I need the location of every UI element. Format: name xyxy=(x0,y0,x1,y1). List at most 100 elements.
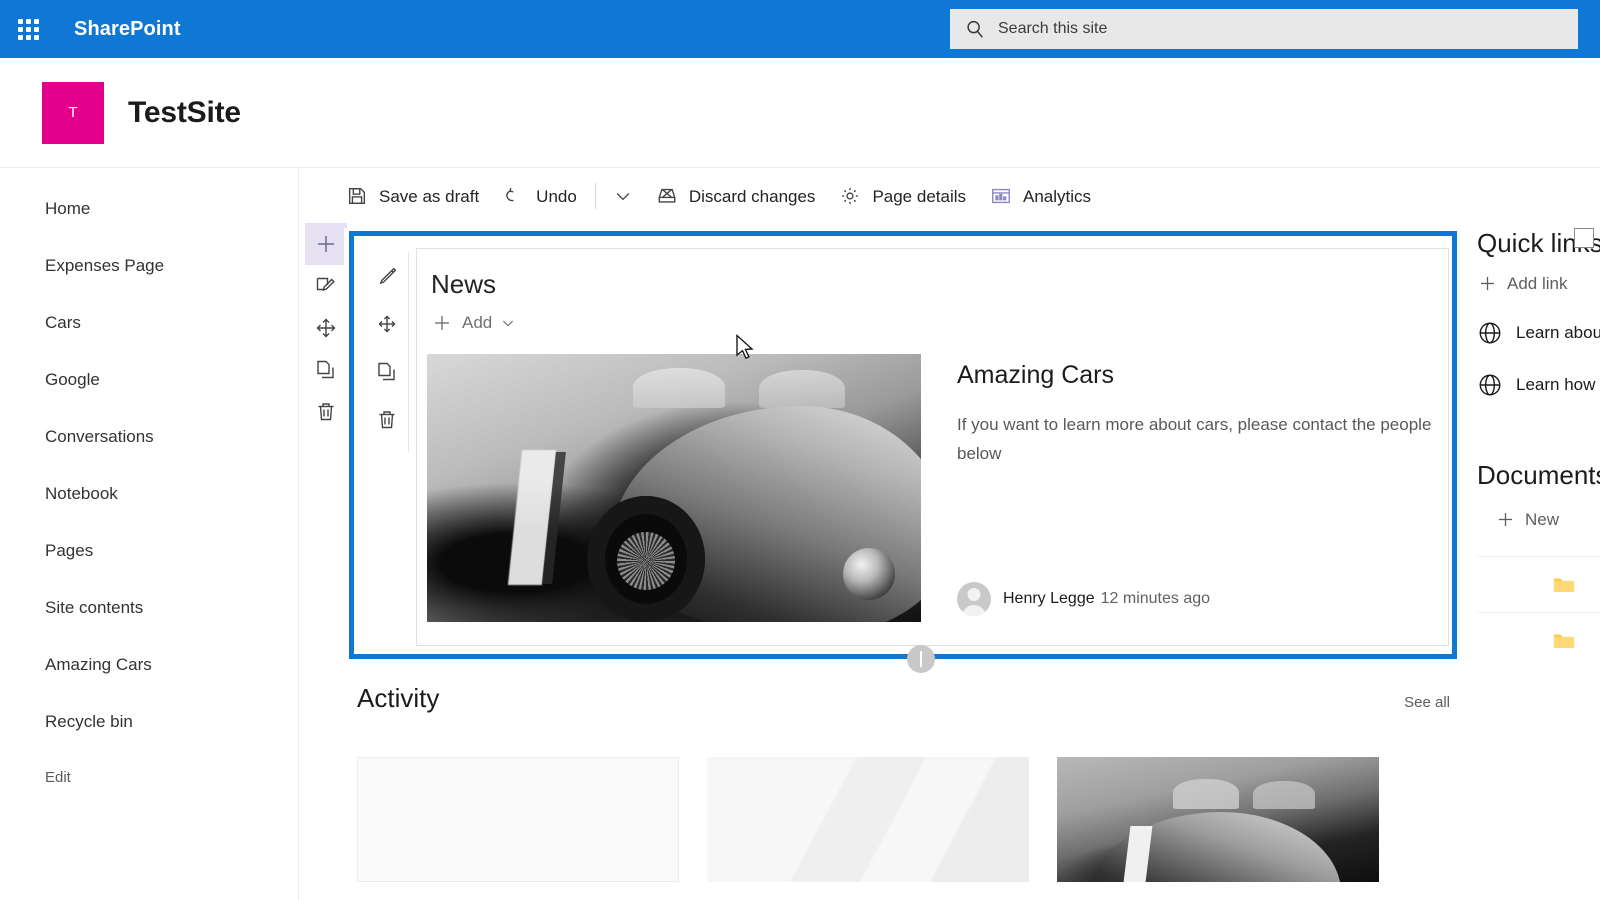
search-box[interactable] xyxy=(950,9,1578,49)
suite-brand[interactable]: SharePoint xyxy=(74,18,181,41)
site-navigation: Home Expenses Page Cars Google Conversat… xyxy=(0,168,299,900)
news-story-body: Amazing Cars If you want to learn more a… xyxy=(921,354,1441,622)
news-story-time: 12 minutes ago xyxy=(1100,590,1211,607)
site-logo[interactable]: T xyxy=(42,81,104,144)
edit-section-button[interactable] xyxy=(305,265,347,307)
page-details-label: Page details xyxy=(872,186,967,206)
app-launcher-icon xyxy=(17,18,39,40)
pencil-icon xyxy=(379,267,396,285)
chevron-down-icon xyxy=(616,193,630,201)
new-document-label: New xyxy=(1525,509,1560,529)
news-story-meta: Henry Legge 12 minutes ago xyxy=(957,582,1210,616)
folder-icon xyxy=(1553,634,1575,648)
page-details-button[interactable]: Page details xyxy=(827,176,978,216)
quick-link-label: Learn about a team site xyxy=(1516,323,1600,342)
trash-icon xyxy=(379,411,394,429)
site-header: T TestSite xyxy=(0,58,1600,168)
sidebar-item-pages[interactable]: Pages xyxy=(0,522,298,579)
sidebar-item-recycle-bin[interactable]: Recycle bin xyxy=(0,693,298,750)
save-as-draft-label: Save as draft xyxy=(379,186,480,206)
undo-label: Undo xyxy=(536,186,577,206)
discard-changes-label: Discard changes xyxy=(688,186,816,206)
duplicate-icon xyxy=(317,360,334,379)
add-section-button[interactable] xyxy=(305,223,347,265)
chevron-down-icon xyxy=(503,320,514,327)
page-body: News Add Amazing Cars If you want to lea… xyxy=(344,228,1600,900)
activity-webpart: Activity See all xyxy=(357,683,1450,882)
select-all-checkbox[interactable] xyxy=(1574,228,1594,248)
selected-section[interactable]: News Add Amazing Cars If you want to lea… xyxy=(349,231,1457,673)
move-icon xyxy=(316,318,336,338)
activity-card[interactable] xyxy=(1057,757,1379,882)
undo-icon xyxy=(506,187,514,202)
sidebar-item-site-contents[interactable]: Site contents xyxy=(0,579,298,636)
gear-icon xyxy=(842,188,859,204)
activity-card[interactable] xyxy=(707,757,1029,882)
app-launcher-button[interactable] xyxy=(0,0,56,58)
plus-icon xyxy=(1498,512,1513,527)
news-story-heading[interactable]: Amazing Cars xyxy=(957,361,1441,390)
move-webpart-button[interactable] xyxy=(366,300,408,348)
delete-section-button[interactable] xyxy=(305,391,347,433)
toolbar-divider xyxy=(594,183,596,209)
discard-changes-button[interactable]: Discard changes xyxy=(644,176,828,216)
quick-link-item[interactable]: Learn how to add a page xyxy=(1477,372,1600,398)
documents-webpart: Documents New xyxy=(1477,228,1600,668)
right-rail: Quick links Add link Learn about a team … xyxy=(1467,228,1600,900)
plus-icon xyxy=(435,316,449,330)
sidebar-item-expenses-page[interactable]: Expenses Page xyxy=(0,237,298,294)
activity-card-list xyxy=(357,757,1450,882)
new-document-button[interactable]: New xyxy=(1495,509,1600,530)
news-story-card[interactable]: Amazing Cars If you want to learn more a… xyxy=(427,354,1441,622)
news-title: News xyxy=(431,269,497,299)
sidebar-item-home[interactable]: Home xyxy=(0,180,298,237)
news-story-image[interactable] xyxy=(427,354,921,622)
sidebar-item-cars[interactable]: Cars xyxy=(0,294,298,351)
sidebar-edit-link[interactable]: Edit xyxy=(0,750,298,804)
activity-title: Activity xyxy=(357,683,440,713)
move-section-button[interactable] xyxy=(305,307,347,349)
site-title[interactable]: TestSite xyxy=(128,96,241,130)
edit-section-icon xyxy=(316,277,335,291)
analytics-icon xyxy=(992,188,1010,204)
activity-see-all-link[interactable]: See all xyxy=(1404,694,1450,714)
documents-title: Documents xyxy=(1477,460,1600,490)
search-input[interactable] xyxy=(998,20,1558,38)
delete-webpart-button[interactable] xyxy=(366,396,408,444)
sidebar-item-conversations[interactable]: Conversations xyxy=(0,408,298,465)
page-canvas: Save as draft Undo Discard changes Page … xyxy=(299,168,1600,900)
analytics-button[interactable]: Analytics xyxy=(978,176,1103,216)
search-icon xyxy=(967,20,983,38)
globe-icon xyxy=(1479,374,1501,396)
sidebar-item-amazing-cars[interactable]: Amazing Cars xyxy=(0,636,298,693)
news-add-button[interactable]: Add xyxy=(431,312,541,334)
move-icon xyxy=(378,315,395,333)
add-section-handle[interactable] xyxy=(907,645,935,673)
undo-button[interactable]: Undo xyxy=(491,176,589,216)
more-commands-button[interactable] xyxy=(602,176,644,216)
analytics-label: Analytics xyxy=(1023,186,1092,206)
trash-icon xyxy=(318,403,334,421)
table-row[interactable] xyxy=(1477,612,1600,668)
plus-icon xyxy=(318,236,334,252)
news-webpart[interactable]: News Add Amazing Cars If you want to lea… xyxy=(416,248,1449,646)
webpart-toolbar xyxy=(365,252,409,452)
mouse-pointer-icon xyxy=(736,334,754,360)
activity-card[interactable] xyxy=(357,757,679,882)
person-avatar-icon xyxy=(957,582,991,616)
sidebar-item-google[interactable]: Google xyxy=(0,351,298,408)
edit-webpart-button[interactable] xyxy=(366,252,408,300)
section-toolbar xyxy=(304,223,348,433)
save-icon xyxy=(348,187,366,205)
folder-icon xyxy=(1553,578,1575,592)
duplicate-webpart-button[interactable] xyxy=(366,348,408,396)
add-link-button[interactable]: Add link xyxy=(1477,273,1600,294)
quick-link-item[interactable]: Learn about a team site xyxy=(1477,320,1600,346)
sidebar-item-notebook[interactable]: Notebook xyxy=(0,465,298,522)
save-as-draft-button[interactable]: Save as draft xyxy=(334,176,491,216)
table-row[interactable] xyxy=(1477,556,1600,612)
documents-list xyxy=(1477,228,1600,668)
duplicate-section-button[interactable] xyxy=(305,349,347,391)
suite-bar: SharePoint xyxy=(0,0,1600,58)
globe-icon xyxy=(1479,322,1501,344)
